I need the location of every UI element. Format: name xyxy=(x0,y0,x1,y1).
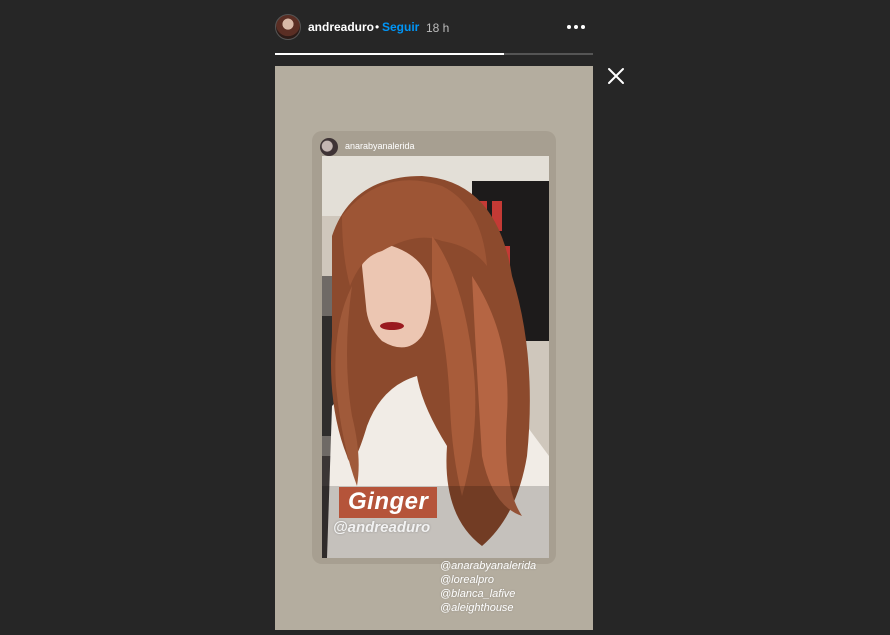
story-content[interactable]: anarabyanalerida xyxy=(275,66,593,630)
separator-dot: • xyxy=(375,20,380,34)
follow-button[interactable]: Seguir xyxy=(382,20,419,34)
mention-tag-item[interactable]: @lorealpro xyxy=(440,573,536,587)
username[interactable]: andreaduro xyxy=(308,20,374,34)
profile-avatar[interactable] xyxy=(275,14,301,40)
shared-post-username: anarabyanalerida xyxy=(345,141,415,151)
more-horizontal-icon[interactable] xyxy=(567,17,585,37)
mention-tags-list: @anarabyanalerida @lorealpro @blanca_laf… xyxy=(440,559,536,615)
story-progress-bar xyxy=(275,53,593,55)
shared-post-avatar xyxy=(320,138,338,156)
mention-tag-item[interactable]: @anarabyanalerida xyxy=(440,559,536,573)
post-time: 18 h xyxy=(426,21,450,35)
mention-tag-item[interactable]: @blanca_lafive xyxy=(440,587,536,601)
mention-tag[interactable]: @andreaduro xyxy=(333,519,430,536)
close-icon[interactable] xyxy=(606,66,626,86)
mention-tag-item[interactable]: @aleighthouse xyxy=(440,601,536,615)
ginger-sticker: Ginger xyxy=(339,487,438,518)
story-header: andreaduro • Seguir 18 h xyxy=(275,14,593,44)
story-progress-fill xyxy=(275,53,504,55)
